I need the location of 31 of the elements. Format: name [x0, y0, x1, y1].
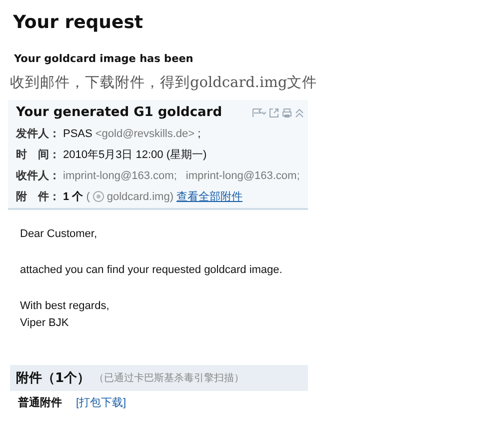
email-subject: Your generated G1 goldcard [16, 105, 222, 120]
field-label: 附 件： [16, 190, 60, 204]
group-label: 普通附件 [18, 395, 62, 410]
field-label: 收件人： [16, 169, 60, 183]
field-label: 发件人： [16, 127, 60, 141]
separator-text: ; [198, 128, 201, 140]
file-icon [92, 191, 104, 202]
flag-icon[interactable] [252, 108, 266, 118]
scan-note: （已通过卡巴斯基杀毒引擎扫描） [94, 372, 244, 385]
paren-text: ( [86, 190, 90, 202]
collapse-icon[interactable] [295, 108, 304, 118]
message-line: attached you can find your requested goldcard image. [20, 264, 282, 276]
attachments-title: 附件（1个） [16, 370, 90, 387]
sent-time: 2010年5月3日 12:00 (星期一) [63, 148, 207, 162]
message-line: Viper BJK [20, 317, 69, 329]
notice-text: Your goldcard image has been [14, 53, 194, 65]
caption-text: 收到邮件，下载附件，得到goldcard.img文件 [10, 74, 318, 92]
attachment-name: goldcard.img) [106, 190, 174, 202]
download-all-link[interactable]: [打包下载] [76, 395, 126, 410]
print-icon[interactable] [282, 108, 292, 118]
message-line: With best regards, [20, 300, 110, 312]
attachment-count: 1 个 [63, 190, 84, 204]
recipient-address: imprint-long@163.com; [63, 170, 177, 182]
view-all-link[interactable]: 查看全部附件 [176, 189, 242, 204]
message-line: Dear Customer, [20, 228, 98, 240]
field-label: 时 间： [16, 148, 60, 162]
page-title: Your request [13, 12, 144, 33]
sender-address: <gold@revskills.de> [95, 128, 195, 140]
popout-icon[interactable] [269, 108, 280, 118]
recipient-address: imprint-long@163.com; [186, 170, 300, 182]
sender-name: PSAS [63, 128, 92, 140]
